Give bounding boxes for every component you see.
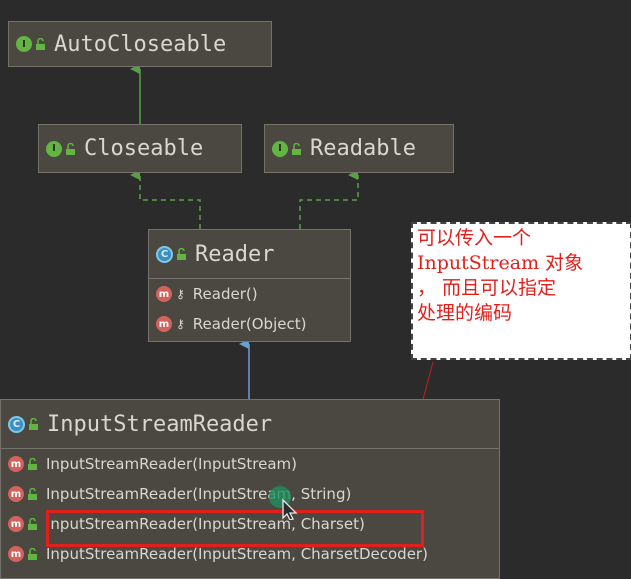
- class-icon: C: [156, 245, 173, 263]
- unlocked-icon: [28, 548, 37, 560]
- key-icon: ⚷: [176, 287, 185, 301]
- method-row[interactable]: m ⚷ Reader(Object): [149, 309, 350, 339]
- member-list: m InputStreamReader(InputStream) m Input…: [1, 448, 499, 569]
- note-line: ， 而且可以指定: [417, 277, 557, 299]
- method-icon: m: [8, 516, 24, 532]
- key-icon: ⚷: [176, 317, 185, 331]
- method-signature: Reader(): [192, 285, 258, 303]
- node-title: AutoCloseable: [54, 31, 227, 57]
- method-icon: m: [8, 486, 24, 502]
- interface-icon: I: [16, 36, 32, 52]
- unlocked-icon: [177, 248, 186, 260]
- unlocked-icon: [66, 142, 75, 155]
- method-signature: Reader(Object): [192, 315, 307, 333]
- unlocked-icon: [28, 518, 37, 530]
- note-line: 可以传入一个: [417, 227, 532, 249]
- annotation-note: 可以传入一个 InputStream 对象 ， 而且可以指定 处理的编码: [411, 222, 631, 360]
- method-signature: InputStreamReader(InputStream, CharsetDe…: [46, 545, 428, 563]
- inputstreamreader-node[interactable]: C InputStreamReader m InputStreamReader(…: [0, 399, 500, 579]
- class-icon: C: [8, 415, 25, 433]
- node-title: Closeable: [84, 136, 204, 161]
- autocloseable-node[interactable]: I AutoCloseable: [8, 21, 272, 67]
- method-signature: InputStreamReader(InputStream): [46, 455, 298, 473]
- reader-implements-readable-arrow: [299, 170, 359, 229]
- node-title: Reader: [195, 241, 275, 267]
- unlocked-icon: [36, 38, 45, 50]
- note-line: InputStream 对象: [417, 252, 584, 274]
- method-icon: m: [8, 546, 24, 562]
- unlocked-icon: [28, 458, 37, 470]
- method-icon: m: [8, 456, 24, 472]
- node-title: Readable: [310, 136, 416, 161]
- interface-icon: I: [46, 140, 62, 157]
- highlight-box: [46, 510, 424, 547]
- method-signature: InputStreamReader(InputStream, String): [46, 485, 352, 503]
- reader-node[interactable]: C Reader m ⚷ Reader() m ⚷ Reader(Object): [148, 229, 351, 342]
- closeable-node[interactable]: I Closeable: [38, 124, 242, 173]
- note-line: 处理的编码: [417, 302, 513, 324]
- method-row[interactable]: m InputStreamReader(InputStream): [1, 449, 499, 479]
- unlocked-icon: [29, 418, 38, 430]
- reader-implements-closeable-arrow: [130, 170, 201, 229]
- method-row[interactable]: m ⚷ Reader(): [149, 279, 350, 309]
- readable-node[interactable]: I Readable: [264, 124, 454, 173]
- unlocked-icon: [292, 142, 301, 155]
- unlocked-icon: [28, 488, 37, 500]
- member-list: m ⚷ Reader() m ⚷ Reader(Object): [149, 278, 350, 339]
- node-title: InputStreamReader: [47, 411, 273, 437]
- method-icon: m: [156, 286, 172, 302]
- interface-icon: I: [272, 140, 288, 157]
- method-row[interactable]: m InputStreamReader(InputStream, String): [1, 479, 499, 509]
- mouse-cursor-icon: [269, 486, 298, 520]
- method-icon: m: [156, 316, 172, 332]
